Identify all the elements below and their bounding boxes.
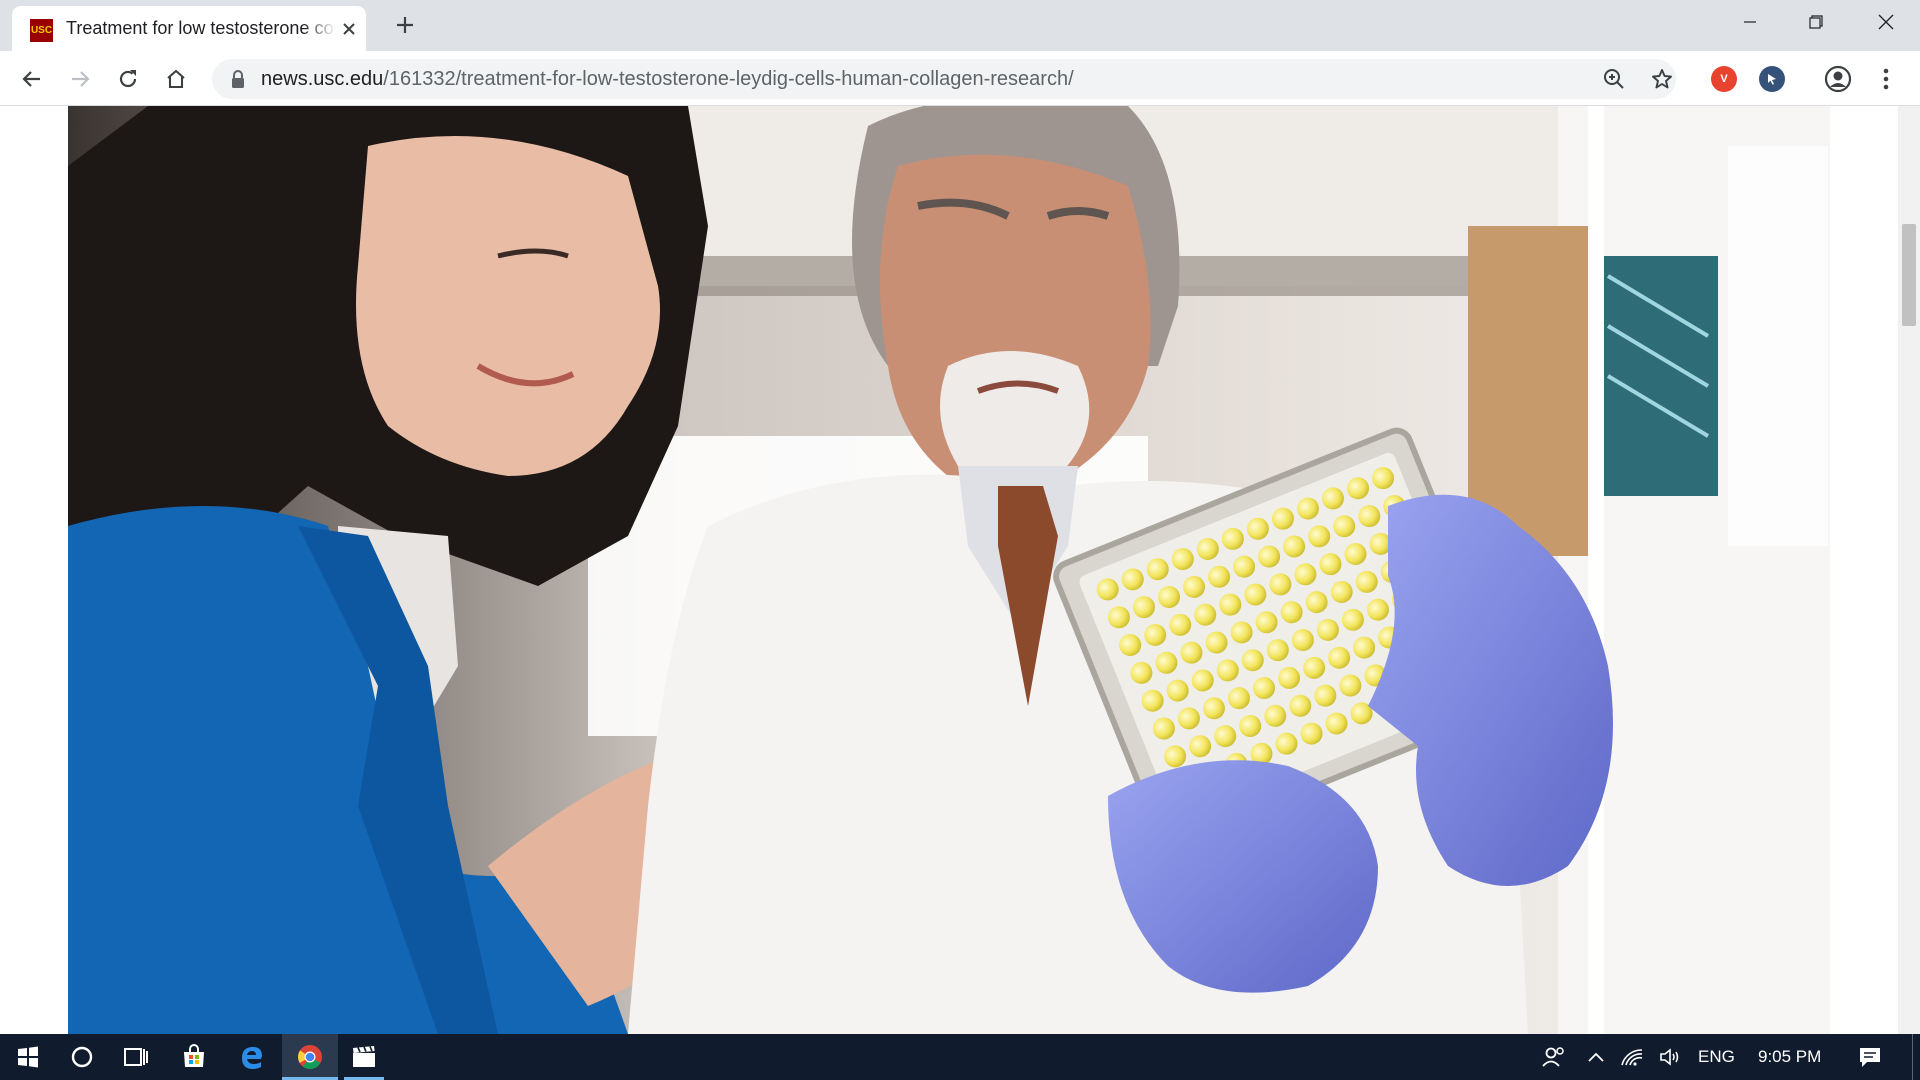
windows-taskbar: ENG 9:05 PM bbox=[0, 1034, 1920, 1080]
page-viewport bbox=[0, 106, 1920, 1034]
url-path: /161332/treatment-for-low-testosterone-l… bbox=[383, 68, 1074, 90]
home-button[interactable] bbox=[162, 65, 190, 93]
back-button[interactable] bbox=[18, 65, 46, 93]
input-language[interactable]: ENG bbox=[1698, 1034, 1735, 1080]
vertical-scrollbar[interactable] bbox=[1898, 106, 1920, 1034]
lock-icon[interactable] bbox=[230, 70, 246, 88]
restore-button[interactable] bbox=[1782, 0, 1850, 44]
action-center-icon[interactable] bbox=[1846, 1034, 1894, 1080]
system-clock[interactable]: 9:05 PM bbox=[1758, 1034, 1821, 1080]
close-tab-icon[interactable] bbox=[338, 18, 360, 40]
people-icon[interactable] bbox=[1530, 1034, 1578, 1080]
show-desktop-button[interactable] bbox=[1912, 1034, 1920, 1080]
scrollbar-thumb[interactable] bbox=[1902, 224, 1916, 326]
windows-start-icon[interactable] bbox=[4, 1034, 52, 1080]
hero-image bbox=[68, 106, 1830, 1034]
close-window-button[interactable] bbox=[1852, 0, 1920, 44]
microsoft-store-icon[interactable] bbox=[170, 1034, 218, 1080]
forward-button[interactable] bbox=[66, 65, 94, 93]
reload-button[interactable] bbox=[114, 65, 142, 93]
address-bar[interactable]: news.usc.edu/161332/treatment-for-low-te… bbox=[212, 59, 1676, 99]
usc-favicon-icon: USC bbox=[30, 19, 53, 42]
browser-tab[interactable]: USC Treatment for low testosterone could… bbox=[12, 6, 366, 51]
bookmark-star-icon[interactable] bbox=[1650, 67, 1674, 91]
profile-avatar-icon[interactable] bbox=[1824, 65, 1852, 93]
lab-photo-illustration bbox=[68, 106, 1830, 1034]
pointer-extension-icon[interactable] bbox=[1759, 66, 1785, 92]
menu-kebab-icon[interactable] bbox=[1872, 65, 1900, 93]
url-text[interactable]: news.usc.edu/161332/treatment-for-low-te… bbox=[261, 59, 1074, 99]
edge-browser-icon[interactable] bbox=[228, 1034, 276, 1080]
url-host: news.usc.edu bbox=[261, 68, 384, 90]
search-circle-icon[interactable] bbox=[58, 1034, 106, 1080]
video-editor-icon[interactable] bbox=[340, 1034, 388, 1080]
tab-title: Treatment for low testosterone could be … bbox=[66, 18, 336, 38]
chrome-taskbar-icon[interactable] bbox=[282, 1034, 338, 1080]
task-view-icon[interactable] bbox=[112, 1034, 160, 1080]
tab-strip: USC Treatment for low testosterone could… bbox=[0, 0, 1920, 51]
avast-extension-icon[interactable]: V bbox=[1711, 66, 1737, 92]
new-tab-button[interactable] bbox=[392, 12, 418, 38]
browser-toolbar: news.usc.edu/161332/treatment-for-low-te… bbox=[0, 51, 1920, 106]
volume-icon[interactable] bbox=[1650, 1034, 1690, 1080]
network-wifi-icon[interactable] bbox=[1612, 1034, 1652, 1080]
chevron-up-icon[interactable] bbox=[1576, 1034, 1616, 1080]
minimize-button[interactable] bbox=[1716, 0, 1784, 44]
zoom-icon[interactable] bbox=[1602, 67, 1626, 91]
